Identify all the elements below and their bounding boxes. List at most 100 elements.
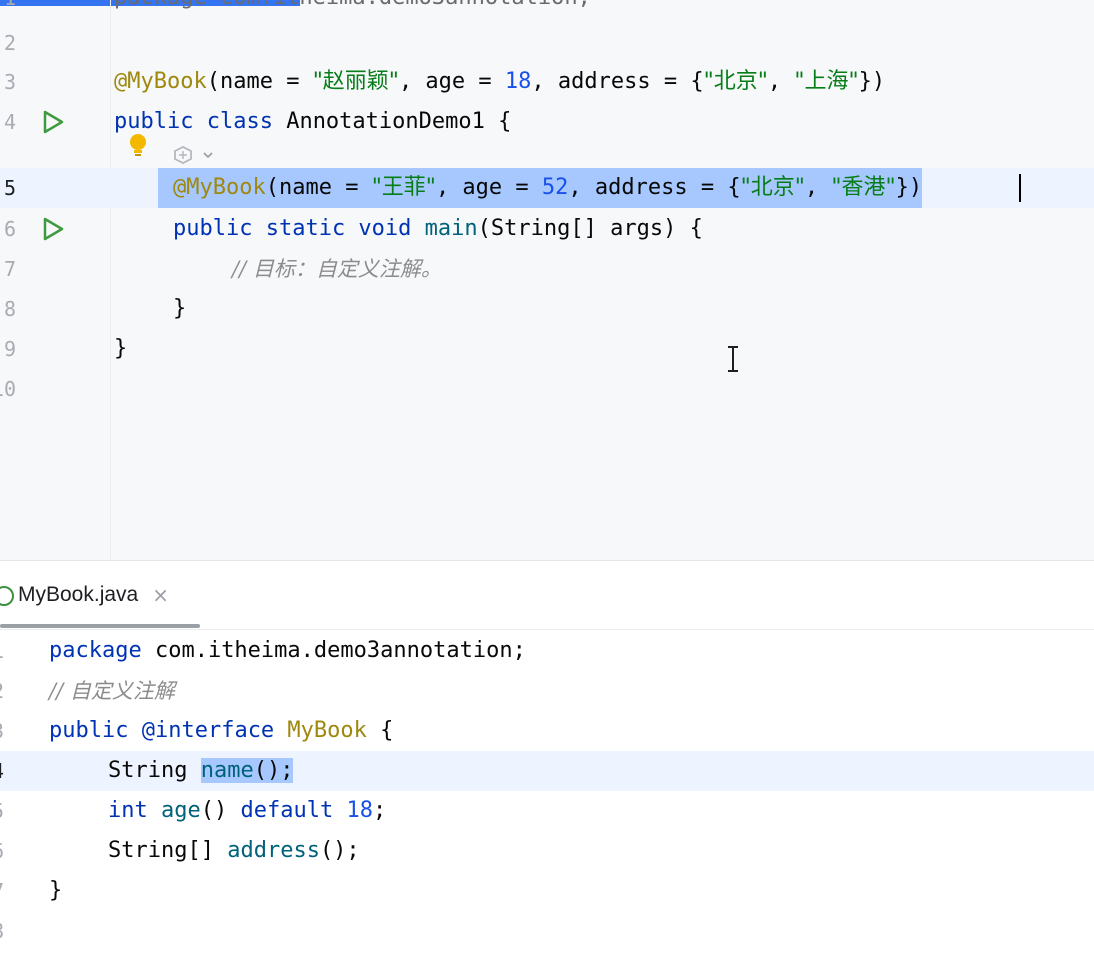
editor-pane-annotation-demo[interactable]: 1 package com.itheima.demo3annotation; 2… xyxy=(0,0,1094,560)
code-line-8[interactable]: 8 xyxy=(0,911,1094,951)
keyword-token: int xyxy=(108,798,148,823)
editor-pane-mybook[interactable]: MyBook.java × 1 package com.itheima.demo… xyxy=(0,560,1094,980)
code-token: , age = xyxy=(435,175,542,200)
string-literal: "香港" xyxy=(831,175,896,200)
comment-text: // 目标：自定义注解。 xyxy=(232,257,442,281)
type-name: String[] xyxy=(108,838,228,863)
annotation-keyword: @interface xyxy=(128,718,275,743)
line-number: 10 xyxy=(0,377,17,401)
keyword-token: default xyxy=(240,798,334,823)
code-text: } xyxy=(49,878,63,903)
tab-label: MyBook.java xyxy=(18,583,139,606)
editor-tab-bar: MyBook.java × xyxy=(0,561,1094,630)
number-literal: 18 xyxy=(333,798,373,823)
code-token: , age = xyxy=(398,69,505,94)
code-token: (String[] args) { xyxy=(477,216,703,241)
type-name: MyBook xyxy=(274,718,367,743)
string-literal: "赵丽颖" xyxy=(312,69,399,94)
keyword-token: public class xyxy=(114,109,273,134)
code-line-1[interactable]: 1 package com.itheima.demo3annotation; xyxy=(0,631,1094,671)
code-line-6[interactable]: 6 public static void main(String[] args)… xyxy=(0,209,1094,249)
code-line-2[interactable]: 2 // 自定义注解 xyxy=(0,671,1094,711)
code-line-5[interactable]: 5 @MyBook(name = "王菲", age = 52, address… xyxy=(0,168,1094,208)
code-line-1[interactable]: 1 package com.itheima.demo3annotation; xyxy=(0,0,1094,18)
annotation-file-icon xyxy=(0,586,14,606)
code-line-4[interactable]: 4 public class AnnotationDemo1 { xyxy=(0,102,1094,142)
keyword-token: public static void xyxy=(173,216,412,241)
tab-mybook-java[interactable]: MyBook.java × xyxy=(0,573,169,617)
line-number: 4 xyxy=(4,110,17,134)
code-text: String[] address(); xyxy=(108,831,360,871)
annotation-token: @MyBook xyxy=(173,175,266,200)
line-number: 2 xyxy=(0,671,22,711)
line-number: 2 xyxy=(4,31,17,55)
code-line-3[interactable]: 3 public @interface MyBook { xyxy=(0,711,1094,751)
method-name: age xyxy=(147,798,201,823)
lightbulb-icon[interactable] xyxy=(128,132,148,160)
line-number: 1 xyxy=(4,0,34,18)
code-token: ; xyxy=(372,798,387,823)
number-literal: 52 xyxy=(541,175,569,200)
line-number: 8 xyxy=(0,911,22,951)
line-number: 5 xyxy=(4,176,17,200)
code-token: (name = xyxy=(206,69,313,94)
code-line-6[interactable]: 6 String[] address(); xyxy=(0,831,1094,871)
mouse-ibeam-cursor xyxy=(728,346,738,372)
code-token: (); xyxy=(319,838,360,863)
code-token: com.itheima.demo3annotation; xyxy=(141,638,526,663)
code-text: @MyBook(name = "赵丽颖", age = 18, address … xyxy=(114,62,885,102)
code-text: public class AnnotationDemo1 { xyxy=(114,102,511,142)
text-caret xyxy=(1019,174,1021,202)
close-icon[interactable]: × xyxy=(152,583,169,607)
line-number: 3 xyxy=(4,70,17,94)
code-token: (); xyxy=(253,758,294,783)
line-number: 4 xyxy=(0,751,22,791)
code-text: } xyxy=(173,296,187,321)
number-literal: 18 xyxy=(504,69,532,94)
string-literal: "王菲" xyxy=(371,175,436,200)
code-line-7[interactable]: 7 } xyxy=(0,871,1094,911)
line-number: 1 xyxy=(0,631,22,671)
code-token: , xyxy=(767,69,795,94)
code-token: () xyxy=(200,798,241,823)
ai-assistant-icon[interactable] xyxy=(172,143,222,167)
run-class-icon[interactable] xyxy=(40,109,66,135)
method-name: name xyxy=(200,758,254,783)
code-text: int age() default 18; xyxy=(108,791,386,831)
line-number: 7 xyxy=(4,257,17,281)
code-line-9[interactable]: 9 } xyxy=(0,329,1094,369)
string-literal: "北京" xyxy=(740,175,805,200)
code-token: , address = { xyxy=(531,69,704,94)
code-line-4[interactable]: 4 String name(); xyxy=(0,751,1094,791)
line-number: 7 xyxy=(0,871,22,911)
keyword-token: public xyxy=(49,718,129,743)
selected-code-text[interactable]: @MyBook(name = "王菲", age = 52, address =… xyxy=(158,168,923,208)
code-line-2[interactable]: 2 xyxy=(0,23,1094,63)
code-line-5[interactable]: 5 int age() default 18; xyxy=(0,791,1094,831)
line-number: 3 xyxy=(0,711,22,751)
active-tab-indicator xyxy=(0,624,200,628)
code-text: public static void main(String[] args) { xyxy=(173,209,703,249)
code-token: , xyxy=(804,175,832,200)
chevron-down-icon xyxy=(203,152,213,159)
line-number: 5 xyxy=(0,791,22,831)
code-token: }) xyxy=(858,69,886,94)
code-token: , address = { xyxy=(568,175,741,200)
method-name: main xyxy=(411,216,478,241)
code-line-10[interactable]: 10 xyxy=(0,369,1094,409)
code-line-8[interactable]: 8 } xyxy=(0,289,1094,329)
string-literal: "北京" xyxy=(703,69,768,94)
annotation-token: @MyBook xyxy=(114,69,207,94)
code-text: package com.itheima.demo3annotation; xyxy=(114,0,591,18)
code-line-3[interactable]: 3 @MyBook(name = "赵丽颖", age = 18, addres… xyxy=(0,62,1094,102)
line-number: 6 xyxy=(0,831,22,871)
run-main-icon[interactable] xyxy=(40,216,66,242)
highlighted-identifier[interactable]: name(); xyxy=(200,758,294,783)
code-line-7[interactable]: 7 // 目标：自定义注解。 xyxy=(0,249,1094,289)
code-text: package com.itheima.demo3annotation; xyxy=(49,631,526,671)
comment-text: // 自定义注解 xyxy=(49,679,175,703)
code-token: AnnotationDemo1 { xyxy=(272,109,512,134)
line-number: 6 xyxy=(4,217,17,241)
type-name: String xyxy=(108,758,201,783)
keyword-token: package xyxy=(49,638,142,663)
